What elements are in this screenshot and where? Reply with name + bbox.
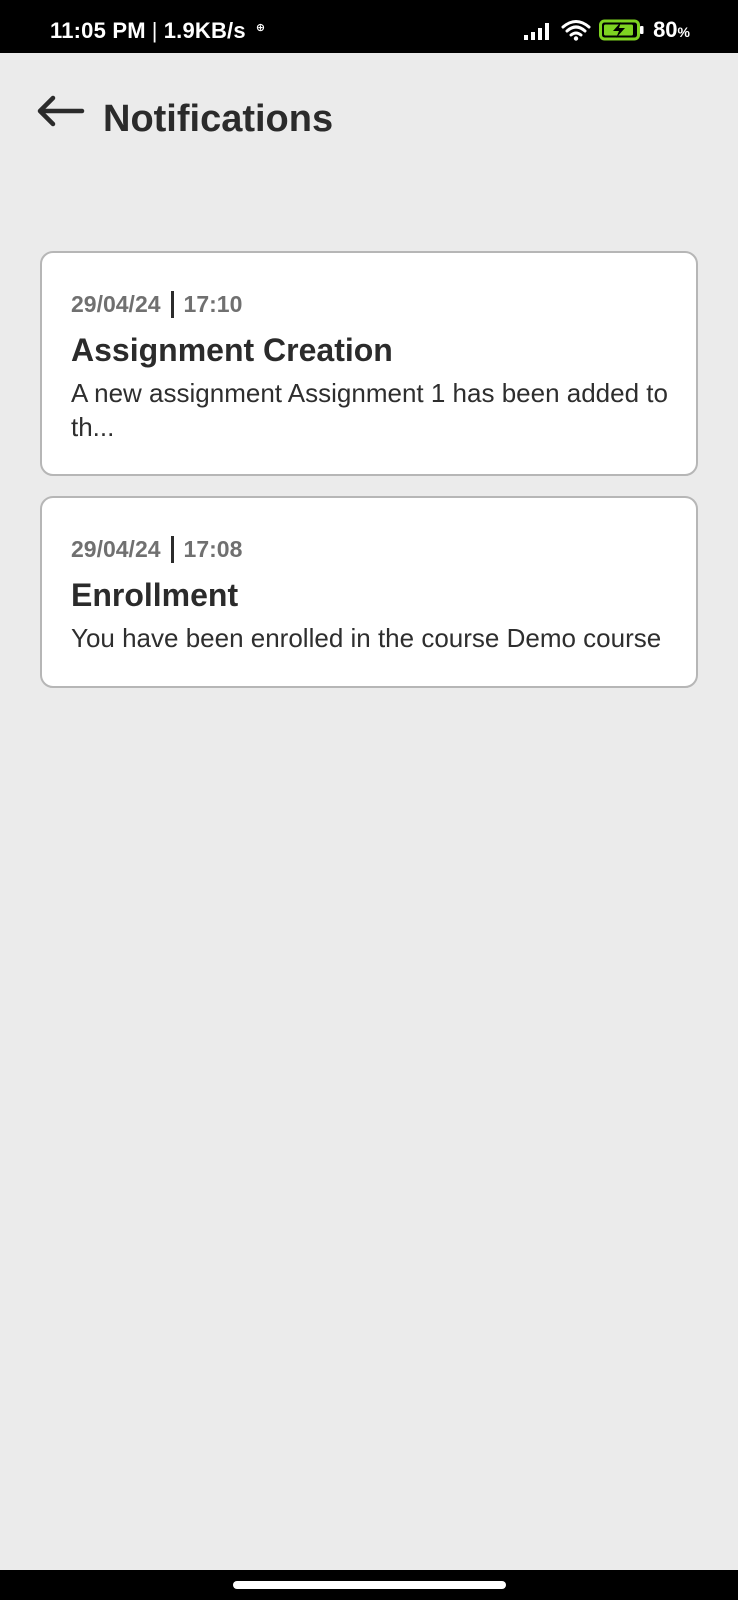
battery-percent: 80% bbox=[653, 19, 690, 41]
notification-time: 17:08 bbox=[183, 536, 243, 563]
meta-divider bbox=[170, 291, 174, 318]
app-header: Notifications bbox=[0, 53, 738, 188]
home-gesture-handle[interactable] bbox=[233, 1581, 506, 1589]
system-navigation-bar bbox=[0, 1570, 738, 1600]
notification-time: 17:10 bbox=[183, 291, 243, 317]
meta-divider bbox=[170, 536, 174, 564]
back-button[interactable] bbox=[32, 93, 88, 133]
sim-indicator-icon: ⊕ bbox=[255, 21, 266, 34]
notification-body: A new assignment Assignment 1 has been a… bbox=[71, 377, 668, 442]
notification-meta: 29/04/24 17:10 bbox=[71, 291, 668, 318]
battery-charging-icon bbox=[599, 19, 645, 41]
notification-card[interactable]: 29/04/24 17:10 Assignment Creation A new… bbox=[40, 251, 698, 477]
status-time: 11:05 PM bbox=[50, 18, 146, 43]
page-title: Notifications bbox=[103, 98, 334, 140]
arrow-left-icon bbox=[35, 95, 85, 132]
battery-percent-unit: % bbox=[677, 24, 690, 40]
status-bar: 11:05 PM | 1.9KB/s ⊕ 80% bbox=[0, 0, 738, 53]
notification-title: Enrollment bbox=[71, 577, 239, 614]
notification-date: 29/04/24 bbox=[71, 291, 161, 317]
signal-icon bbox=[523, 20, 553, 40]
notification-date: 29/04/24 bbox=[71, 536, 161, 563]
status-bar-left: 11:05 PM | 1.9KB/s ⊕ bbox=[50, 20, 265, 42]
status-bar-right: 80% bbox=[523, 19, 690, 41]
status-separator: | bbox=[151, 18, 158, 43]
notification-title: Assignment Creation bbox=[71, 332, 393, 368]
battery-percent-value: 80 bbox=[653, 17, 678, 42]
wifi-icon bbox=[561, 19, 591, 41]
status-network-speed: 1.9KB/s bbox=[163, 18, 246, 43]
notification-list: 29/04/24 17:10 Assignment Creation A new… bbox=[40, 251, 698, 708]
notification-meta: 29/04/24 17:08 bbox=[71, 536, 668, 564]
notification-card[interactable]: 29/04/24 17:08 Enrollment You have been … bbox=[40, 496, 698, 688]
screen: 11:05 PM | 1.9KB/s ⊕ 80% Notifications 2… bbox=[0, 0, 738, 1600]
notification-body: You have been enrolled in the course Dem… bbox=[71, 623, 662, 654]
